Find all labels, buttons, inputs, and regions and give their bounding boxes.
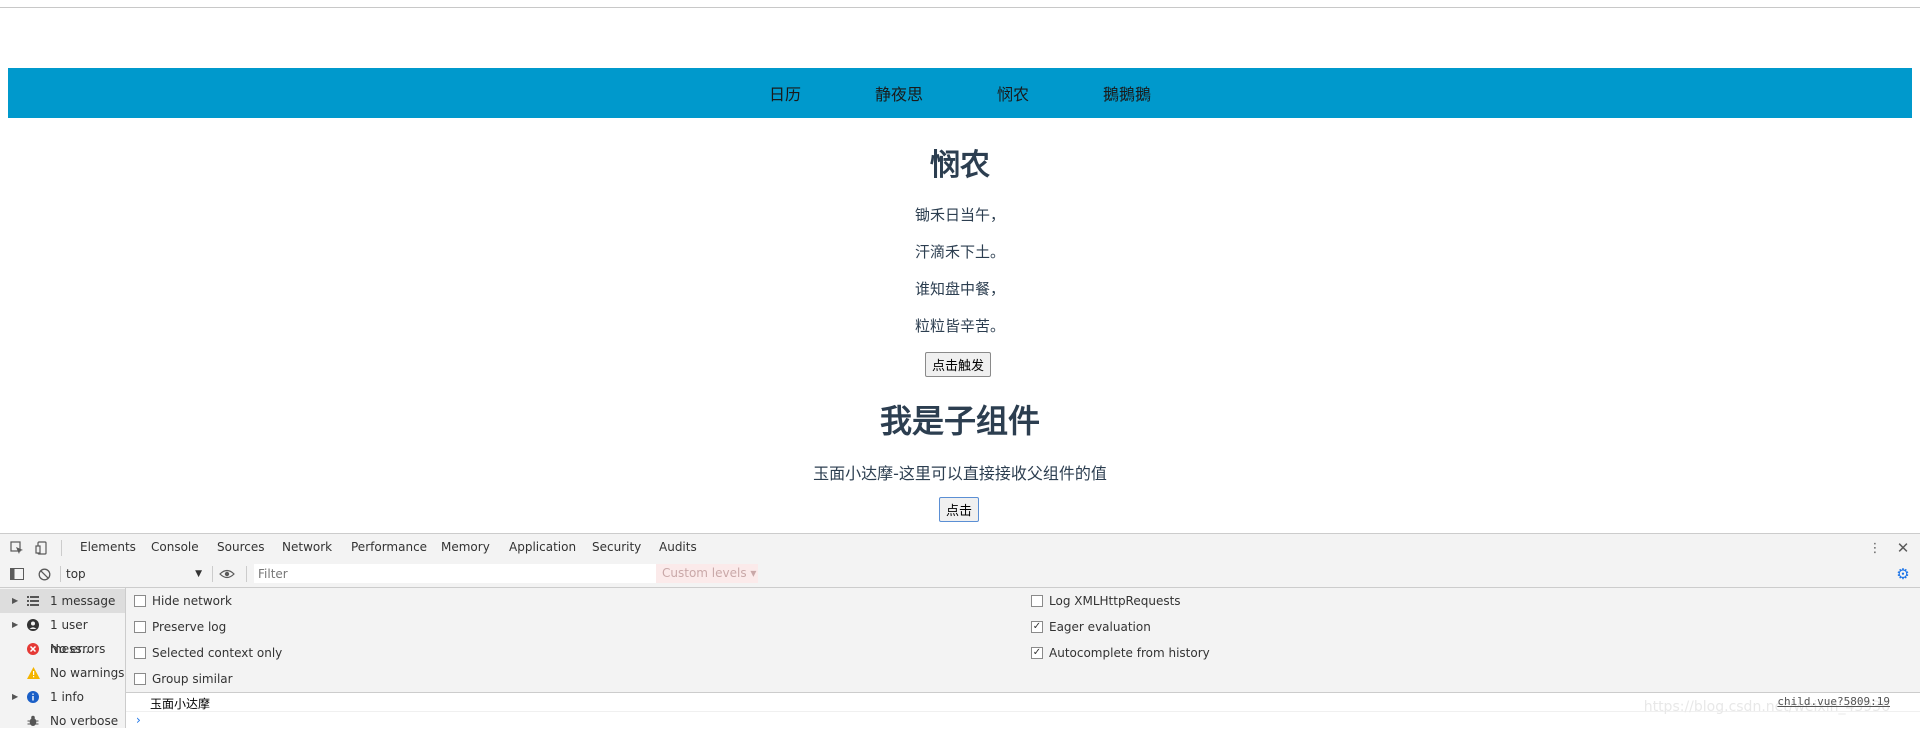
console-message-source-link[interactable]: child.vue?5809:19 [1777, 695, 1890, 708]
user-icon [26, 618, 40, 632]
sidebar-item-label: 1 message [50, 594, 116, 608]
tab-audits[interactable]: Audits [659, 534, 697, 561]
tabbar-separator [61, 540, 62, 556]
nav-link-calendar[interactable]: 日历 [732, 81, 838, 105]
child-component-text: 玉面小达摩-这里可以直接接收父组件的值 [813, 464, 1107, 483]
bug-icon [26, 714, 40, 728]
context-value: top [66, 567, 86, 581]
checkbox-label: Preserve log [152, 620, 227, 634]
dropdown-arrow-icon: ▼ [195, 569, 202, 579]
tab-memory[interactable]: Memory [441, 534, 490, 561]
nav-link-minnong[interactable]: 悯农 [960, 81, 1066, 105]
tab-security[interactable]: Security [592, 534, 641, 561]
poem-line-3: 谁知盘中餐， [914, 280, 1005, 298]
error-icon [26, 642, 40, 656]
console-prompt-icon[interactable]: › [136, 713, 141, 727]
poem-line-4: 粒粒皆辛苦。 [914, 317, 1005, 335]
settings-gear-icon[interactable]: ⚙ [1894, 565, 1912, 583]
console-output: 玉面小达摩 https://blog.csdn.net/weixin_43936… [126, 693, 1920, 728]
checkbox-label: Selected context only [152, 646, 283, 660]
list-icon [26, 594, 40, 608]
clear-console-icon[interactable] [35, 565, 53, 583]
info-icon [26, 690, 40, 704]
sidebar-item-label: No warnings [50, 666, 125, 680]
top-divider [0, 7, 1920, 8]
tab-network[interactable]: Network [282, 534, 332, 561]
poem-line-1: 锄禾日当午， [914, 206, 1005, 224]
sidebar-item-messages[interactable]: ▶ 1 message [0, 589, 125, 613]
checkbox-box [134, 673, 146, 685]
checkbox-box [134, 621, 146, 633]
checkbox-box [134, 595, 146, 607]
checkbox-label: Hide network [152, 594, 232, 608]
poem-title: 悯农 [930, 148, 990, 183]
expand-arrow-icon: ▶ [12, 620, 19, 629]
console-message-row: 玉面小达摩 https://blog.csdn.net/weixin_43936… [126, 693, 1920, 715]
toolbar-separator [212, 566, 213, 582]
filter-input[interactable] [254, 564, 662, 583]
sidebar-item-warnings[interactable]: No warnings [0, 661, 125, 685]
console-settings: Hide network Preserve log Selected conte… [126, 588, 1920, 693]
toolbar-separator [60, 566, 61, 582]
sidebar-item-verbose[interactable]: No verbose [0, 709, 125, 733]
tab-console[interactable]: Console [151, 534, 199, 563]
child-click-button[interactable]: 点击 [939, 497, 980, 522]
sidebar-item-user-messages[interactable]: ▶ 1 user mess... [0, 613, 125, 656]
warning-icon [26, 666, 40, 680]
devtools-panel: Elements Console Sources Network Perform… [0, 533, 1920, 728]
nav-link-jingyesi[interactable]: 静夜思 [838, 81, 960, 105]
console-message-text: 玉面小达摩 [150, 697, 211, 711]
toolbar-separator [246, 566, 247, 582]
sidebar-item-info[interactable]: ▶ 1 info [0, 685, 125, 709]
tab-sources[interactable]: Sources [217, 534, 264, 561]
sidebar-item-label: 1 info [50, 690, 84, 704]
close-icon[interactable]: ✕ [1894, 539, 1912, 557]
sidebar-item-label: No verbose [50, 714, 119, 728]
poem-line-2: 汗滴禾下土。 [914, 243, 1005, 261]
sidebar-toggle-icon[interactable] [8, 565, 26, 583]
checkbox-label: Autocomplete from history [1049, 646, 1210, 660]
context-select[interactable]: top ▼ [66, 565, 202, 583]
expand-arrow-icon: ▶ [12, 692, 19, 701]
checkbox-box [134, 647, 146, 659]
tab-performance[interactable]: Performance [351, 534, 427, 561]
inspect-element-icon[interactable] [8, 539, 26, 557]
sidebar-item-errors[interactable]: No errors [0, 637, 125, 661]
child-component-title: 我是子组件 [879, 402, 1040, 440]
tab-elements[interactable]: Elements [80, 534, 136, 561]
checkbox-checked-icon: ✓ [1031, 647, 1043, 659]
tab-application[interactable]: Application [509, 534, 576, 561]
checkbox-label: Group similar [152, 672, 233, 686]
console-toolbar: top ▼ Custom levels ▾ ⚙ [0, 561, 1920, 588]
checkbox-label: Log XMLHttpRequests [1049, 594, 1181, 608]
nav-link-eee[interactable]: 鵝鵝鵝 [1066, 81, 1188, 105]
devtools-tabbar: Elements Console Sources Network Perform… [0, 534, 1920, 563]
sidebar-item-label: No errors [50, 642, 106, 656]
device-toolbar-icon[interactable] [33, 539, 51, 557]
navbar: 日历 静夜思 悯农 鵝鵝鵝 [8, 68, 1912, 118]
more-options-icon[interactable]: ⋮ [1866, 539, 1884, 557]
checkbox-label: Eager evaluation [1049, 620, 1151, 634]
expand-arrow-icon: ▶ [12, 596, 19, 605]
trigger-button[interactable]: 点击触发 [925, 352, 992, 377]
eye-icon[interactable] [218, 565, 236, 583]
console-sidebar: ▶ 1 message ▶ 1 user mess... No errors N… [0, 588, 126, 728]
log-levels-dropdown[interactable]: Custom levels ▾ [656, 564, 758, 583]
checkbox-checked-icon: ✓ [1031, 621, 1043, 633]
checkbox-box [1031, 595, 1043, 607]
